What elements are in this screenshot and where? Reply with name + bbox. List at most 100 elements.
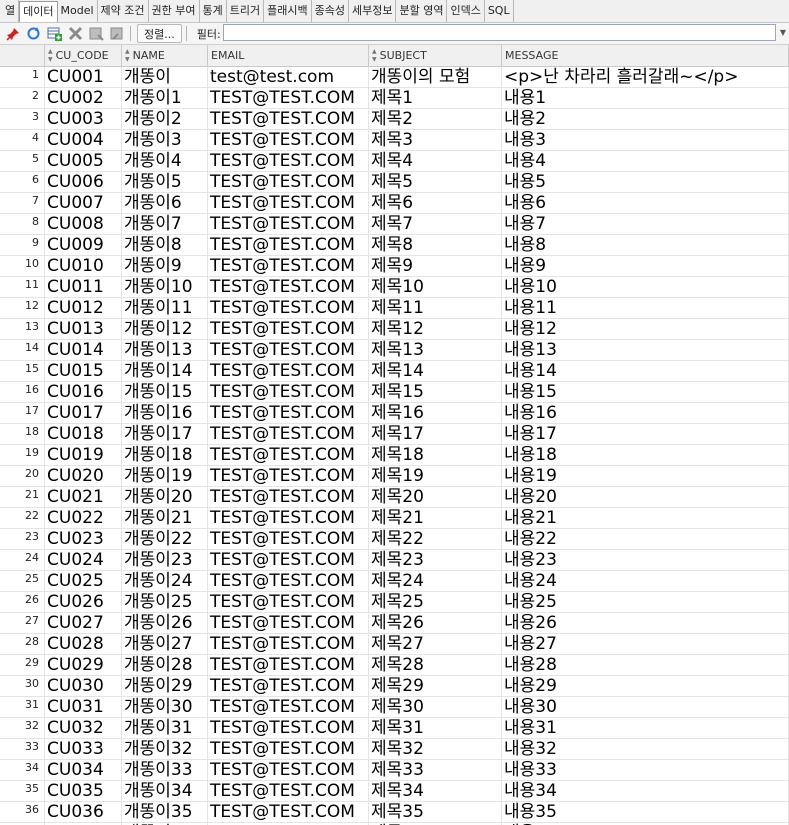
chevron-down-icon[interactable]: ▼ [777, 24, 789, 41]
cell-email[interactable]: TEST@TEST.COM [208, 508, 369, 528]
cell-code[interactable]: CU033 [45, 739, 122, 759]
cell-subject[interactable]: 제목24 [369, 571, 502, 591]
cell-email[interactable]: TEST@TEST.COM [208, 529, 369, 549]
cell-email[interactable]: TEST@TEST.COM [208, 172, 369, 192]
cell-subject[interactable]: 제목7 [369, 214, 502, 234]
cell-code[interactable]: CU009 [45, 235, 122, 255]
tab-item[interactable]: 통계 [200, 0, 227, 22]
cell-name[interactable]: 개똥이20 [122, 487, 208, 507]
refresh-icon[interactable] [25, 25, 42, 42]
cell-subject[interactable]: 제목21 [369, 508, 502, 528]
cell-message[interactable]: 내용19 [502, 466, 789, 486]
delete-row-icon[interactable] [67, 25, 84, 42]
tab-item[interactable]: 제약 조건 [98, 0, 149, 22]
cell-email[interactable]: TEST@TEST.COM [208, 592, 369, 612]
sort-arrows-icon[interactable]: ▲ ▼ [372, 48, 377, 64]
cell-email[interactable]: TEST@TEST.COM [208, 340, 369, 360]
cell-name[interactable]: 개똥이4 [122, 151, 208, 171]
table-row[interactable]: 35 CU035 개똥이34 TEST@TEST.COM 제목34 내용34 [0, 781, 789, 802]
cell-message[interactable]: 내용1 [502, 88, 789, 108]
table-row[interactable]: 2 CU002 개똥이1 TEST@TEST.COM 제목1 내용1 [0, 88, 789, 109]
cell-code[interactable]: CU034 [45, 760, 122, 780]
cell-subject[interactable]: 제목34 [369, 781, 502, 801]
cell-subject[interactable]: 제목33 [369, 760, 502, 780]
tab-item[interactable]: 권한 부여 [149, 0, 200, 22]
cell-message[interactable]: 내용14 [502, 361, 789, 381]
cell-name[interactable]: 개똥이24 [122, 571, 208, 591]
cell-name[interactable]: 개똥이15 [122, 382, 208, 402]
tab-item[interactable]: 열 [0, 0, 20, 22]
cell-email[interactable]: TEST@TEST.COM [208, 739, 369, 759]
cell-subject[interactable]: 제목23 [369, 550, 502, 570]
cell-subject[interactable]: 제목17 [369, 424, 502, 444]
cell-subject[interactable]: 제목11 [369, 298, 502, 318]
cell-email[interactable]: TEST@TEST.COM [208, 676, 369, 696]
cell-subject[interactable]: 제목32 [369, 739, 502, 759]
cell-name[interactable]: 개똥이25 [122, 592, 208, 612]
cell-email[interactable]: TEST@TEST.COM [208, 403, 369, 423]
cell-code[interactable]: CU022 [45, 508, 122, 528]
table-row[interactable]: 30 CU030 개똥이29 TEST@TEST.COM 제목29 내용29 [0, 676, 789, 697]
cell-name[interactable]: 개똥이32 [122, 739, 208, 759]
cell-message[interactable]: 내용25 [502, 592, 789, 612]
tab-item[interactable]: 트리거 [227, 0, 265, 22]
cell-name[interactable]: 개똥이8 [122, 235, 208, 255]
cell-code[interactable]: CU019 [45, 445, 122, 465]
column-header-subject[interactable]: ▲ ▼ SUBJECT [369, 45, 502, 66]
cell-code[interactable]: CU004 [45, 130, 122, 150]
cell-message[interactable]: 내용30 [502, 697, 789, 717]
table-row[interactable]: 10 CU010 개똥이9 TEST@TEST.COM 제목9 내용9 [0, 256, 789, 277]
table-row[interactable]: 31 CU031 개똥이30 TEST@TEST.COM 제목30 내용30 [0, 697, 789, 718]
cell-message[interactable]: 내용7 [502, 214, 789, 234]
cell-message[interactable]: 내용9 [502, 256, 789, 276]
cell-email[interactable]: test@test.com [208, 67, 369, 87]
cell-subject[interactable]: 제목3 [369, 130, 502, 150]
cell-subject[interactable]: 제목16 [369, 403, 502, 423]
cell-message[interactable]: 내용8 [502, 235, 789, 255]
cell-email[interactable]: TEST@TEST.COM [208, 802, 369, 822]
cell-code[interactable]: CU018 [45, 424, 122, 444]
cell-name[interactable]: 개똥이30 [122, 697, 208, 717]
cell-code[interactable]: CU013 [45, 319, 122, 339]
cell-code[interactable]: CU028 [45, 634, 122, 654]
cell-code[interactable]: CU015 [45, 361, 122, 381]
table-row[interactable]: 1 CU001 개똥이 test@test.com 개똥이의 모험 <p>난 차라리 흘러… [0, 67, 789, 88]
cell-email[interactable]: TEST@TEST.COM [208, 235, 369, 255]
cell-code[interactable]: CU016 [45, 382, 122, 402]
cell-code[interactable]: CU025 [45, 571, 122, 591]
cell-code[interactable]: CU002 [45, 88, 122, 108]
cell-code[interactable]: CU003 [45, 109, 122, 129]
sort-arrows-icon[interactable]: ▲ ▼ [125, 48, 130, 64]
cell-name[interactable]: 개똥이21 [122, 508, 208, 528]
cell-subject[interactable]: 제목10 [369, 277, 502, 297]
cell-email[interactable]: TEST@TEST.COM [208, 550, 369, 570]
cell-email[interactable]: TEST@TEST.COM [208, 256, 369, 276]
cell-name[interactable]: 개똥이7 [122, 214, 208, 234]
rownum-header[interactable] [0, 45, 45, 66]
table-row[interactable]: 16 CU016 개똥이15 TEST@TEST.COM 제목15 내용15 [0, 382, 789, 403]
cell-name[interactable]: 개똥이34 [122, 781, 208, 801]
cell-code[interactable]: CU030 [45, 676, 122, 696]
cell-name[interactable]: 개똥이33 [122, 760, 208, 780]
table-row[interactable]: 26 CU026 개똥이25 TEST@TEST.COM 제목25 내용25 [0, 592, 789, 613]
cell-message[interactable]: 내용2 [502, 109, 789, 129]
cell-email[interactable]: TEST@TEST.COM [208, 634, 369, 654]
table-row[interactable]: 23 CU023 개똥이22 TEST@TEST.COM 제목22 내용22 [0, 529, 789, 550]
table-row[interactable]: 29 CU029 개똥이28 TEST@TEST.COM 제목28 내용28 [0, 655, 789, 676]
cell-name[interactable]: 개똥이27 [122, 634, 208, 654]
table-row[interactable]: 34 CU034 개똥이33 TEST@TEST.COM 제목33 내용33 [0, 760, 789, 781]
insert-row-icon[interactable] [46, 25, 63, 42]
cell-name[interactable]: 개똥이5 [122, 172, 208, 192]
cell-message[interactable]: 내용29 [502, 676, 789, 696]
table-row[interactable]: 9 CU009 개똥이8 TEST@TEST.COM 제목8 내용8 [0, 235, 789, 256]
tab-item[interactable]: 인덱스 [447, 0, 485, 22]
table-row[interactable]: 36 CU036 개똥이35 TEST@TEST.COM 제목35 내용35 [0, 802, 789, 823]
cell-message[interactable]: 내용4 [502, 151, 789, 171]
rollback-icon[interactable] [109, 25, 126, 42]
table-row[interactable]: 24 CU024 개똥이23 TEST@TEST.COM 제목23 내용23 [0, 550, 789, 571]
cell-subject[interactable]: 제목1 [369, 88, 502, 108]
cell-code[interactable]: CU007 [45, 193, 122, 213]
cell-message[interactable]: 내용3 [502, 130, 789, 150]
cell-email[interactable]: TEST@TEST.COM [208, 130, 369, 150]
cell-name[interactable]: 개똥이28 [122, 655, 208, 675]
